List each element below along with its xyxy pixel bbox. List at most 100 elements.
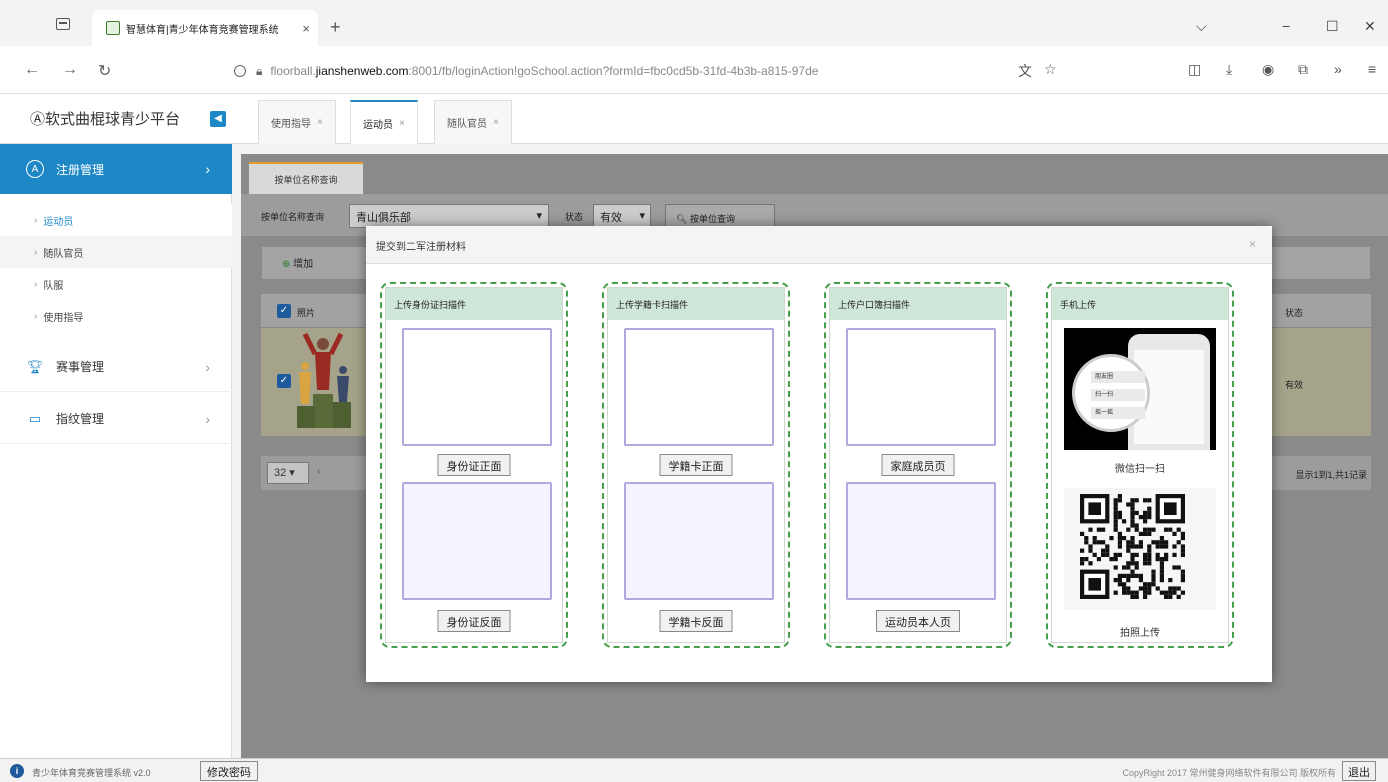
card-title: 上传学籍卡扫描件	[608, 288, 784, 320]
address-bar-row: ← → ↻ 🔒︎ floorball. jianshenweb.com:8001/…	[0, 46, 1388, 94]
status-label: 状态	[565, 212, 584, 222]
close-icon[interactable]: ×	[1249, 237, 1256, 251]
tab-list-icon[interactable]	[56, 18, 70, 30]
browser-tab-title: 智慧体育|青少年体育竞赛管理系统	[126, 24, 279, 36]
sidebar-sub-uniform[interactable]: 队服	[0, 268, 232, 300]
page-size-select[interactable]: 32 ▾	[267, 462, 309, 484]
close-window-icon[interactable]: ✕	[1364, 18, 1376, 35]
change-password-button[interactable]: 修改密码	[200, 761, 258, 781]
row-status: 有效	[1285, 380, 1304, 390]
add-button-label: 增加	[293, 259, 314, 270]
student-card-upload-card: 上传学籍卡扫描件 学籍卡正面 学籍卡反面	[602, 282, 790, 648]
close-tab-icon[interactable]: ×	[399, 118, 405, 129]
url-prefix: floorball.	[270, 64, 316, 78]
url-input[interactable]: 🔒︎ floorball. jianshenweb.com:8001/fb/log…	[234, 58, 1070, 84]
url-path: :8001/fb/loginAction!goSchool.action?for…	[408, 64, 819, 78]
tab-athletes[interactable]: 运动员 ×	[350, 100, 418, 144]
tracking-shield-icon[interactable]	[234, 65, 246, 77]
download-icon[interactable]: ⤓	[1226, 61, 1232, 78]
mobile-upload-card: 手机上传 朋友圈 扫一扫 摇一摇 微信扫一扫 拍照上传	[1046, 282, 1234, 648]
sidebar-item-register[interactable]: A 注册管理 ›	[0, 144, 232, 194]
id-back-upload-button[interactable]: 身份证反面	[437, 610, 511, 632]
zoom-item: 朋友圈	[1091, 371, 1145, 383]
row-checkbox[interactable]: ✓	[277, 374, 291, 388]
tab-usage-guide[interactable]: 使用指导 ×	[258, 100, 336, 144]
id-front-upload-button[interactable]: 身份证正面	[437, 454, 511, 476]
sidebar-item-label: 注册管理	[56, 162, 105, 177]
chevron-right-icon: ›	[205, 410, 210, 427]
unit-name-select[interactable]: 青山俱乐部 ▾	[349, 204, 549, 228]
student-front-upload-button[interactable]: 学籍卡正面	[659, 454, 733, 476]
qr-code-panel	[1064, 488, 1216, 610]
zoom-item: 摇一摇	[1091, 407, 1145, 419]
upload-materials-dialog: 提交到二军注册材料 × 上传身份证扫描件 身份证正面 身份证反面 上传学籍卡扫描…	[366, 226, 1272, 682]
lock-icon[interactable]: 🔒︎	[256, 64, 262, 79]
maximize-icon[interactable]: ☐	[1326, 18, 1339, 35]
add-button[interactable]: ⊕ 增加	[282, 255, 313, 270]
zoom-item: 扫一扫	[1091, 389, 1145, 401]
photo-upload-label: 拍照上传	[1120, 628, 1160, 639]
search-icon: 🔍︎	[676, 214, 688, 224]
forward-icon[interactable]: →	[62, 61, 78, 79]
reload-icon[interactable]: ↻	[98, 61, 111, 81]
qr-code-icon	[1080, 494, 1185, 599]
query-panel-tab[interactable]: 按单位名称查询	[249, 162, 363, 194]
minimize-icon[interactable]: −	[1282, 18, 1290, 34]
collapse-sidebar-button[interactable]: ◀	[210, 111, 226, 127]
unit-name-value: 青山俱乐部	[356, 212, 411, 224]
close-tab-icon[interactable]: ×	[302, 21, 310, 36]
wechat-scan-label: 微信扫一扫	[1115, 464, 1165, 475]
menu-icon[interactable]: ≡	[1368, 61, 1376, 77]
student-back-image-slot[interactable]	[624, 482, 774, 600]
athlete-page-image-slot[interactable]	[846, 482, 996, 600]
account-icon[interactable]: ◉	[1262, 61, 1274, 78]
logout-button[interactable]: 退出	[1342, 761, 1376, 781]
tab-label: 随队官员	[447, 119, 487, 130]
dialog-title: 提交到二军注册材料	[376, 242, 466, 253]
extensions-icon[interactable]: ⧉	[1298, 61, 1308, 78]
household-upload-card: 上传户口簿扫描件 家庭成员页 运动员本人页	[824, 282, 1012, 648]
sidebar-sub-guide[interactable]: 使用指导	[0, 300, 232, 332]
close-tab-icon[interactable]: ×	[317, 117, 323, 128]
overflow-icon[interactable]: »	[1334, 61, 1342, 77]
family-page-upload-button[interactable]: 家庭成员页	[881, 454, 955, 476]
chevron-down-icon: ▾	[639, 210, 645, 222]
copyright-text: CopyRight 2017 常州健身网络软件有限公司 版权所有	[1122, 768, 1336, 778]
chevron-right-icon: ›	[205, 358, 210, 375]
student-back-upload-button[interactable]: 学籍卡反面	[659, 610, 733, 632]
trophy-icon: 🏆︎	[26, 358, 44, 374]
id-front-image-slot[interactable]	[402, 328, 552, 446]
pocket-icon[interactable]: ◫	[1188, 61, 1201, 78]
new-tab-button[interactable]: +	[330, 17, 341, 38]
back-icon[interactable]: ←	[24, 61, 40, 79]
dialog-header: 提交到二军注册材料 ×	[366, 226, 1272, 264]
url-domain: jianshenweb.com	[315, 64, 409, 78]
sidebar-item-events[interactable]: 🏆︎ 赛事管理 ›	[0, 342, 232, 392]
tab-dropdown-icon[interactable]: ⌵	[1196, 18, 1207, 35]
close-tab-icon[interactable]: ×	[493, 117, 499, 128]
id-back-image-slot[interactable]	[402, 482, 552, 600]
sidebar-item-fingerprint[interactable]: ▭ 指纹管理 ›	[0, 394, 232, 444]
card-icon: ▭	[28, 410, 42, 426]
translate-icon[interactable]: 文	[1018, 61, 1032, 81]
sidebar-sub-athletes[interactable]: 运动员	[0, 204, 232, 236]
bookmark-star-icon[interactable]: ☆	[1044, 61, 1057, 78]
prev-page-icon[interactable]: ‹	[317, 466, 320, 477]
site-favicon-icon	[106, 21, 120, 35]
tab-team-officials[interactable]: 随队官员 ×	[434, 100, 512, 144]
family-page-image-slot[interactable]	[846, 328, 996, 446]
student-front-image-slot[interactable]	[624, 328, 774, 446]
select-all-checkbox[interactable]: ✓	[277, 304, 291, 318]
pager-info: 显示1到1,共1记录	[1295, 470, 1367, 480]
chevron-right-icon: ›	[205, 161, 210, 177]
status-bar: i 青少年体育竞赛管理系统 v2.0 修改密码 CopyRight 2017 常…	[0, 758, 1388, 782]
search-button-label: 按单位查询	[689, 214, 735, 224]
id-card-upload-card: 上传身份证扫描件 身份证正面 身份证反面	[380, 282, 568, 648]
status-select[interactable]: 有效 ▾	[593, 204, 651, 228]
status-column-header: 状态	[1285, 308, 1304, 318]
athlete-page-upload-button[interactable]: 运动员本人页	[876, 610, 960, 632]
browser-tab[interactable]: 智慧体育|青少年体育竞赛管理系统 ×	[92, 10, 318, 46]
system-version-text: 青少年体育竞赛管理系统 v2.0	[32, 768, 151, 778]
sidebar-sub-officials[interactable]: 随队官员	[0, 236, 232, 268]
athlete-photo	[297, 332, 351, 428]
